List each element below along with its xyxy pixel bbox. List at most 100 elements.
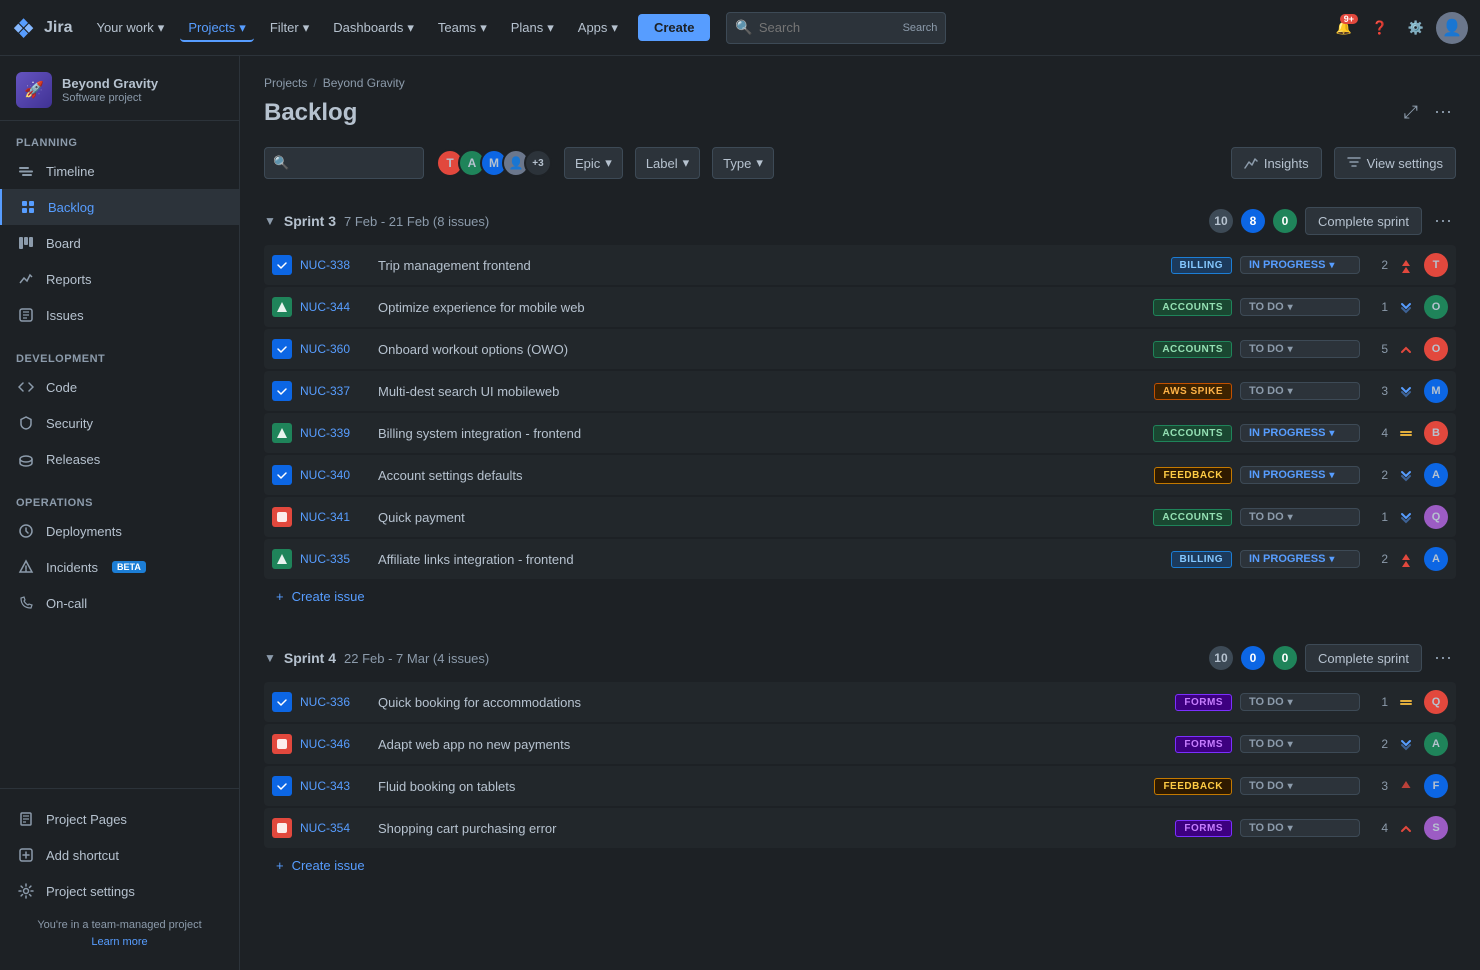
priority-icon [1396,465,1416,485]
issue-status[interactable]: IN PROGRESS ▾ [1240,256,1360,274]
avatar-more[interactable]: +3 [524,149,552,177]
epic-filter[interactable]: Epic ▾ [564,147,623,179]
settings-button[interactable]: ⚙️ [1400,12,1432,44]
backlog-search-input[interactable] [295,156,415,171]
type-filter[interactable]: Type ▾ [712,147,774,179]
sidebar-item-project-settings[interactable]: Project settings [0,873,239,909]
backlog-search[interactable]: 🔍 [264,147,424,179]
nav-apps[interactable]: Apps ▾ [570,14,626,42]
sprint4-more-button[interactable]: ⋯ [1430,645,1456,671]
table-row[interactable]: NUC-344 Optimize experience for mobile w… [264,287,1456,327]
sprint4-header[interactable]: ▼ Sprint 4 22 Feb - 7 Mar (4 issues) 10 … [264,636,1456,680]
chevron-down-icon: ▾ [683,155,690,171]
app-logo[interactable]: Jira [12,16,72,40]
sprint4-dates: 22 Feb - 7 Mar (4 issues) [344,651,489,666]
breadcrumb-beyond-gravity[interactable]: Beyond Gravity [323,76,405,90]
pages-icon [16,809,36,829]
table-row[interactable]: NUC-338 Trip management frontend BILLING… [264,245,1456,285]
issue-num: 2 [1368,737,1388,751]
nav-filter[interactable]: Filter ▾ [262,14,317,42]
table-row[interactable]: NUC-339 Billing system integration - fro… [264,413,1456,453]
sprint4-create-issue[interactable]: + Create issue [264,850,1456,881]
plus-icon: + [276,589,284,604]
sidebar-item-reports[interactable]: Reports [0,261,239,297]
sidebar-item-backlog[interactable]: Backlog [0,189,239,225]
sidebar-item-issues[interactable]: Issues [0,297,239,333]
view-settings-button[interactable]: View settings [1334,147,1456,179]
sidebar-item-board[interactable]: Board [0,225,239,261]
sidebar-item-on-call[interactable]: On-call [0,585,239,621]
table-row[interactable]: NUC-337 Multi-dest search UI mobileweb A… [264,371,1456,411]
avatar-group: T A M 👤 +3 [436,149,552,177]
page-title: Backlog [264,99,357,127]
sprint3-create-issue[interactable]: + Create issue [264,581,1456,612]
expand-icon[interactable]: ⤢ [1400,98,1422,127]
sprint3-complete-button[interactable]: Complete sprint [1305,207,1422,235]
sprint4-complete-button[interactable]: Complete sprint [1305,644,1422,672]
table-row[interactable]: NUC-336 Quick booking for accommodations… [264,682,1456,722]
sidebar-item-incidents[interactable]: Incidents BETA [0,549,239,585]
nav-plans[interactable]: Plans ▾ [503,14,562,42]
issue-id: NUC-354 [300,821,370,835]
issue-id: NUC-341 [300,510,370,524]
issue-status[interactable]: IN PROGRESS ▾ [1240,466,1360,484]
help-button[interactable]: ❓ [1364,12,1396,44]
nav-dashboards[interactable]: Dashboards ▾ [325,14,422,42]
sprint3-header[interactable]: ▼ Sprint 3 7 Feb - 21 Feb (8 issues) 10 … [264,199,1456,243]
search-bar[interactable]: 🔍 Search [726,12,946,44]
chevron-down-icon: ▾ [407,20,414,36]
issue-name: Quick booking for accommodations [378,695,1167,710]
help-icon: ❓ [1372,20,1388,36]
more-options-icon[interactable]: ⋯ [1430,98,1456,127]
insights-button[interactable]: Insights [1231,147,1322,179]
sidebar: 🚀 Beyond Gravity Software project PLANNI… [0,56,240,970]
issue-status[interactable]: TO DO ▾ [1240,693,1360,711]
breadcrumb-projects[interactable]: Projects [264,76,307,90]
nav-your-work[interactable]: Your work ▾ [88,14,172,42]
table-row[interactable]: NUC-341 Quick payment ACCOUNTS TO DO ▾ 1… [264,497,1456,537]
sidebar-item-project-pages[interactable]: Project Pages [0,801,239,837]
sidebar-item-timeline[interactable]: Timeline [0,153,239,189]
table-row[interactable]: NUC-340 Account settings defaults FEEDBA… [264,455,1456,495]
user-avatar[interactable]: 👤 [1436,12,1468,44]
sidebar-item-code[interactable]: Code [0,369,239,405]
table-row[interactable]: NUC-343 Fluid booking on tablets FEEDBAC… [264,766,1456,806]
issue-status[interactable]: TO DO ▾ [1240,382,1360,400]
table-row[interactable]: NUC-360 Onboard workout options (OWO) AC… [264,329,1456,369]
nav-teams[interactable]: Teams ▾ [430,14,495,42]
topnav-right: 🔔 9+ ❓ ⚙️ 👤 [1328,12,1468,44]
sprint3-more-button[interactable]: ⋯ [1430,208,1456,234]
sidebar-item-security[interactable]: Security [0,405,239,441]
page-header: Backlog ⤢ ⋯ [264,98,1456,127]
create-issue-label: Create issue [292,589,365,604]
table-row[interactable]: NUC-346 Adapt web app no new payments FO… [264,724,1456,764]
issue-status[interactable]: TO DO ▾ [1240,508,1360,526]
issue-id: NUC-343 [300,779,370,793]
sidebar-item-add-shortcut[interactable]: Add shortcut [0,837,239,873]
issue-status[interactable]: TO DO ▾ [1240,735,1360,753]
table-row[interactable]: NUC-354 Shopping cart purchasing error F… [264,808,1456,848]
issue-id: NUC-337 [300,384,370,398]
issue-num: 3 [1368,384,1388,398]
table-row[interactable]: NUC-335 Affiliate links integration - fr… [264,539,1456,579]
sidebar-item-releases[interactable]: Releases [0,441,239,477]
issue-status[interactable]: TO DO ▾ [1240,777,1360,795]
chevron-down-icon: ▾ [303,20,310,36]
nav-projects[interactable]: Projects ▾ [180,14,254,42]
shortcut-icon [16,845,36,865]
create-button[interactable]: Create [638,14,710,41]
issue-status[interactable]: TO DO ▾ [1240,340,1360,358]
issue-status[interactable]: IN PROGRESS ▾ [1240,424,1360,442]
issue-avatar: O [1424,337,1448,361]
sidebar-item-deployments[interactable]: Deployments [0,513,239,549]
label-filter[interactable]: Label ▾ [635,147,700,179]
issue-status[interactable]: IN PROGRESS ▾ [1240,550,1360,568]
learn-more-link[interactable]: Learn more [91,936,147,948]
project-icon-glyph: 🚀 [24,80,44,100]
issue-status[interactable]: TO DO ▾ [1240,298,1360,316]
issue-type-story-icon [272,297,292,317]
issue-label: FORMS [1175,736,1232,753]
search-input[interactable] [759,20,897,35]
issue-status[interactable]: TO DO ▾ [1240,819,1360,837]
notifications-button[interactable]: 🔔 9+ [1328,12,1360,44]
